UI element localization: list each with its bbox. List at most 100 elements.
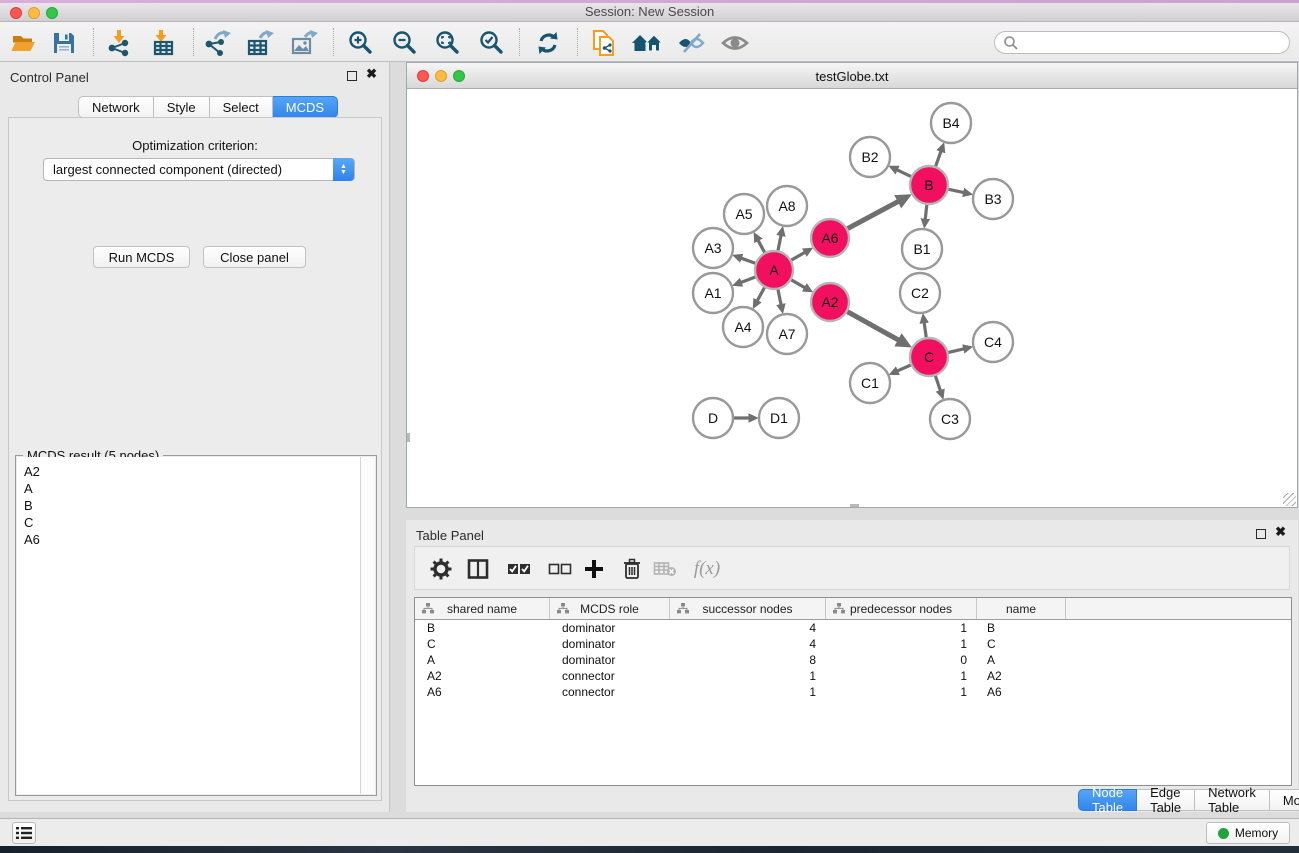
criterion-select[interactable]: largest connected component (directed) ▲… (43, 158, 355, 181)
window-resize-grip[interactable] (1283, 493, 1296, 506)
graph-edge-A-A1[interactable] (740, 277, 755, 283)
tab-select[interactable]: Select (210, 96, 273, 118)
create-column-button[interactable] (580, 555, 608, 583)
float-panel-icon[interactable] (1256, 529, 1266, 539)
float-panel-icon[interactable] (347, 71, 357, 81)
close-panel-icon[interactable]: ✖ (1275, 524, 1286, 540)
mcds-result-group: MCDS result (5 nodes) A2 A B C A6 (15, 455, 377, 796)
export-image-button[interactable] (288, 28, 320, 58)
table-options-button[interactable] (427, 555, 455, 583)
column-header-shared-name[interactable]: shared name (415, 598, 550, 619)
deselect-all-rows-button[interactable] (546, 555, 574, 583)
refresh-view-button[interactable] (532, 28, 564, 58)
table-row[interactable]: B dominator 4 1 B (415, 620, 1291, 636)
open-session-button[interactable] (8, 28, 40, 58)
optimization-criterion-label: Optimization criterion: (9, 138, 381, 153)
destroy-table-button[interactable] (651, 555, 679, 583)
table-panel-title: Table Panel (416, 528, 484, 543)
table-row[interactable]: A2 connector 1 1 A2 (415, 668, 1291, 684)
table-row[interactable]: A dominator 8 0 A (415, 652, 1291, 668)
tab-style[interactable]: Style (154, 96, 210, 118)
zoom-fit-icon (434, 29, 462, 57)
tab-motifs[interactable]: Motifs (1270, 789, 1299, 811)
graph-node-label-C2: C2 (911, 285, 929, 301)
graph-edge-B-B2[interactable] (896, 170, 911, 177)
control-panel: Control Panel ✖ Network Style Select MCD… (0, 62, 390, 812)
graph-edge-A2-C[interactable] (847, 311, 900, 340)
tab-network-table[interactable]: Network Table (1195, 789, 1270, 811)
graph-edge-C-C3[interactable] (935, 375, 940, 391)
show-columns-button[interactable] (464, 555, 492, 583)
zoom-out-button[interactable] (389, 28, 421, 58)
graph-node-label-C3: C3 (941, 411, 959, 427)
mcds-result-list[interactable]: A2 A B C A6 (17, 457, 360, 794)
table-row[interactable]: A6 connector 1 1 A6 (415, 684, 1291, 700)
close-panel-icon[interactable]: ✖ (366, 66, 377, 82)
search-field-wrap (994, 31, 1290, 54)
tab-mcds[interactable]: MCDS (273, 96, 338, 118)
graph-edge-B-B1[interactable] (925, 204, 927, 220)
hide-graphics-details-button[interactable] (675, 28, 707, 58)
tab-edge-table[interactable]: Edge Table (1137, 789, 1195, 811)
graph-edge-A-A7[interactable] (778, 289, 781, 305)
graph-edge-A-A6[interactable] (791, 252, 806, 260)
search-input[interactable] (994, 31, 1290, 54)
graph-edge-A-A4[interactable] (757, 287, 765, 301)
import-table-button[interactable] (147, 28, 179, 58)
graph-node-label-A2: A2 (821, 294, 838, 310)
tab-node-table[interactable]: Node Table (1078, 789, 1137, 811)
run-mcds-button[interactable]: Run MCDS (93, 246, 190, 268)
import-network-button[interactable] (103, 28, 135, 58)
zoom-selected-button[interactable] (476, 28, 508, 58)
mcds-list-scrollbar[interactable] (360, 457, 375, 794)
close-panel-button[interactable]: Close panel (203, 246, 306, 268)
graph-edge-C-C1[interactable] (897, 365, 911, 371)
gear-icon (430, 558, 452, 580)
function-builder-button[interactable]: f(x) (687, 555, 727, 583)
mcds-result-item[interactable]: B (24, 497, 360, 514)
graph-edge-A-A5[interactable] (758, 240, 765, 253)
graph-edge-B-B3[interactable] (948, 189, 964, 193)
graph-edge-A-A3[interactable] (741, 258, 756, 263)
graph-edge-B-B4[interactable] (936, 151, 942, 167)
graph-edge-A6-B[interactable] (847, 201, 899, 229)
table-toolbar: f(x) (414, 546, 1290, 590)
clone-network-button[interactable] (588, 28, 620, 58)
zoom-in-button[interactable] (345, 28, 377, 58)
graph-node-label-A5: A5 (735, 206, 752, 222)
save-session-button[interactable] (48, 28, 80, 58)
show-graphics-details-button[interactable] (719, 28, 751, 58)
network-graph[interactable]: B4B2BB3A5A8A6B1A3AA1C2A2A4A7C4CC1C3DD1 (407, 89, 1297, 507)
mcds-result-item[interactable]: A (24, 480, 360, 497)
desktop-background-strip (0, 846, 1299, 853)
column-header-successor-nodes[interactable]: successor nodes (670, 598, 826, 619)
mcds-result-item[interactable]: A6 (24, 531, 360, 548)
network-window-titlebar[interactable]: testGlobe.txt (407, 63, 1297, 89)
graph-node-label-B2: B2 (861, 149, 878, 165)
memory-button[interactable]: Memory (1206, 822, 1290, 844)
network-window-title: testGlobe.txt (407, 69, 1297, 84)
graph-edge-C-C2[interactable] (924, 322, 926, 338)
network-canvas[interactable]: B4B2BB3A5A8A6B1A3AA1C2A2A4A7C4CC1C3DD1 (407, 89, 1297, 507)
table-row[interactable]: C dominator 4 1 C (415, 636, 1291, 652)
export-network-button[interactable] (201, 28, 233, 58)
zoom-fit-button[interactable] (432, 28, 464, 58)
graph-edge-A-A8[interactable] (778, 235, 781, 251)
graph-node-label-B3: B3 (984, 191, 1001, 207)
home-button[interactable] (631, 28, 663, 58)
select-all-rows-button[interactable] (505, 555, 533, 583)
delete-columns-button[interactable] (618, 555, 646, 583)
mdi-gap (390, 508, 1299, 520)
task-history-button[interactable] (12, 822, 36, 844)
graph-edge-A-A2[interactable] (791, 280, 806, 288)
mcds-result-item[interactable]: C (24, 514, 360, 531)
graph-edge-C-C4[interactable] (948, 349, 965, 353)
column-header-predecessor-nodes[interactable]: predecessor nodes (826, 598, 977, 619)
column-header-name[interactable]: name (977, 598, 1066, 619)
tab-network[interactable]: Network (78, 96, 154, 118)
column-header-mcds-role[interactable]: MCDS role (550, 598, 670, 619)
main-toolbar (0, 22, 1299, 62)
mcds-result-item[interactable]: A2 (24, 463, 360, 480)
column-type-icon (677, 603, 689, 614)
export-table-button[interactable] (244, 28, 276, 58)
